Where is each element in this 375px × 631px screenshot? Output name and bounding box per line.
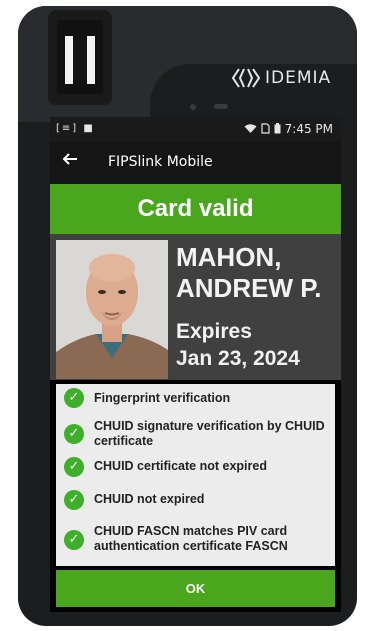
status-bar: [≡] ■ 7:45 PM: [50, 117, 341, 142]
check-circle-icon: ✓: [64, 457, 84, 477]
check-circle-icon: ✓: [64, 530, 84, 550]
cardholder-name: MAHON, ANDREW P.: [176, 242, 321, 304]
check-label: CHUID not expired: [94, 492, 205, 506]
notification-icons: [≡] ■: [56, 123, 95, 134]
battery-icon: [274, 122, 285, 136]
name-line-2: ANDREW P.: [176, 273, 322, 303]
status-right: 7:45 PM: [244, 122, 333, 136]
check-label: Fingerprint verification: [94, 391, 231, 405]
cardholder-panel: MAHON, ANDREW P. Expires Jan 23, 2024: [50, 234, 341, 380]
check-label: CHUID FASCN matches PIV card authenticat…: [94, 524, 288, 553]
card-slot: [57, 20, 103, 94]
check-circle-icon: ✓: [64, 388, 84, 408]
scanner-icon: [≡]: [56, 123, 79, 134]
wifi-icon: [244, 122, 261, 136]
check-label: CHUID certificate not expired: [94, 459, 267, 473]
app-title: FIPSlink Mobile: [108, 154, 213, 170]
app-bar: FIPSlink Mobile: [50, 142, 341, 184]
sensor-window: [214, 104, 228, 109]
clock: 7:45 PM: [284, 122, 333, 136]
cardholder-photo: [56, 240, 168, 379]
name-line-1: MAHON,: [176, 242, 282, 272]
front-camera: [190, 104, 196, 110]
square-icon: ■: [83, 123, 95, 134]
verification-list[interactable]: ✓ Fingerprint verification ✓ CHUID signa…: [56, 384, 335, 566]
expires-label: Expires: [176, 320, 252, 343]
check-label: CHUID signature verification by CHUID ce…: [94, 419, 325, 448]
check-circle-icon: ✓: [64, 424, 84, 444]
screen: [≡] ■ 7:45 PM FIPSlink Mobile Card valid: [50, 117, 341, 612]
device-brand: IDEMIA: [265, 68, 332, 88]
check-circle-icon: ✓: [64, 490, 84, 510]
sim-icon: [261, 122, 274, 136]
expires-date: Jan 23, 2024: [176, 347, 300, 370]
idemia-logo-icon: [231, 68, 261, 88]
ok-button[interactable]: OK: [56, 570, 335, 607]
back-arrow-icon[interactable]: [62, 151, 78, 172]
validity-banner: Card valid: [50, 184, 341, 234]
